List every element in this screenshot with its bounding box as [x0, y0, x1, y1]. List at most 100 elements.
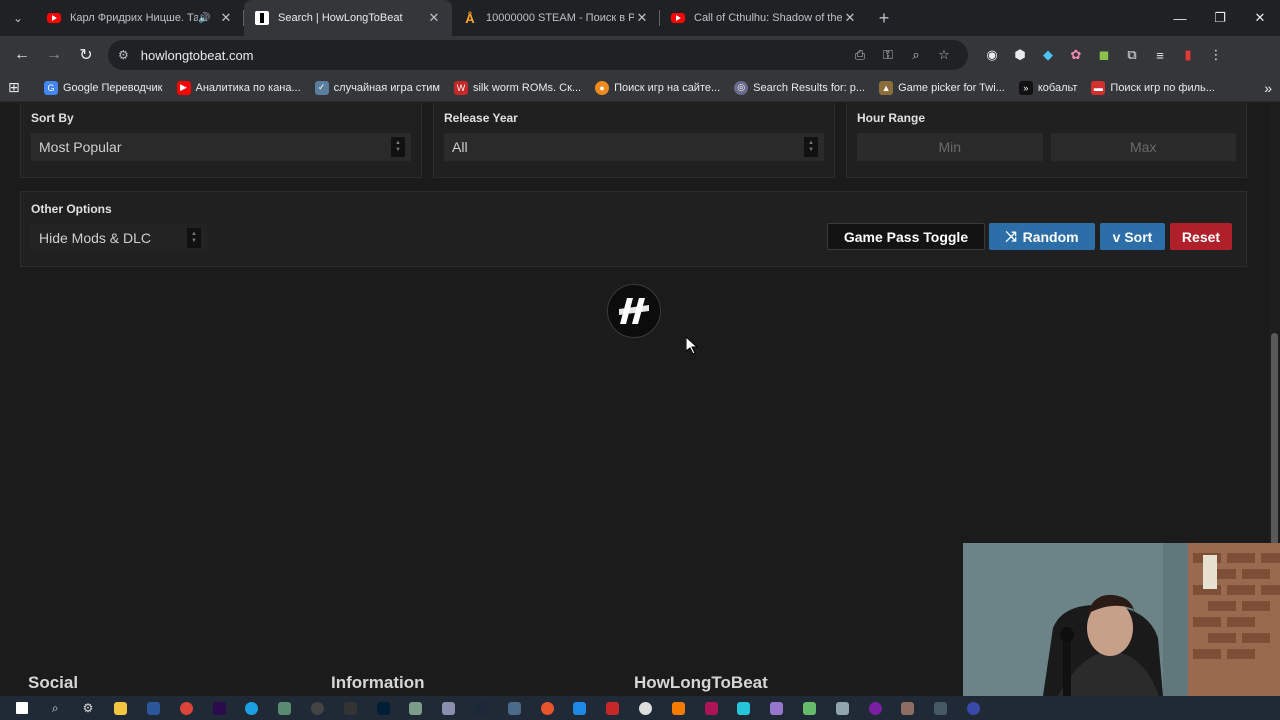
bookmark-item[interactable]: G Google Переводчик [44, 80, 163, 95]
reload-button[interactable]: ↻ [70, 39, 102, 71]
hour-range-panel: Hour Range Min Max [846, 103, 1247, 178]
hour-max-input[interactable]: Max [1050, 133, 1236, 161]
photoshop-icon[interactable] [367, 696, 400, 720]
select-arrows-icon: ▲ ▼ [187, 228, 201, 248]
word-icon[interactable] [137, 696, 170, 720]
app-icon[interactable] [268, 696, 301, 720]
browser-toolbar: ← → ↻ ⚙ howlongtobeat.com ⎙ ⚿ ⌕ ☆ ◉ ⬢ ◆ … [0, 36, 1280, 74]
bookmark-item[interactable]: ▬ Поиск игр по филь... [1091, 80, 1215, 95]
settings-gear-icon[interactable]: ⚙ [72, 696, 105, 720]
media-controls-icon[interactable]: ≡ [1146, 41, 1174, 69]
sort-direction-button[interactable]: v Sort [1100, 223, 1165, 250]
release-year-select[interactable]: All ▲ ▼ [444, 133, 824, 161]
close-window-button[interactable]: ✕ [1240, 0, 1280, 36]
file-explorer-icon[interactable] [104, 696, 137, 720]
obs-icon[interactable] [301, 696, 334, 720]
install-app-icon[interactable]: ⎙ [846, 47, 874, 63]
bookmark-item[interactable]: Wsilk worm ROMs. Ск... [453, 80, 581, 95]
close-tab-icon[interactable]: ✕ [218, 10, 234, 26]
restore-button[interactable]: ❐ [1200, 0, 1240, 36]
extension-nl-icon[interactable]: ◼ [1090, 41, 1118, 69]
app-icon[interactable] [596, 696, 629, 720]
app-icon[interactable] [760, 696, 793, 720]
extension-cookie-icon[interactable]: ✿ [1062, 41, 1090, 69]
app-icon[interactable] [826, 696, 859, 720]
app-icon[interactable] [629, 696, 662, 720]
audio-playing-icon[interactable]: 🔊 [198, 13, 212, 24]
apps-grid-icon[interactable]: ⊞ [8, 79, 30, 96]
site-info-icon[interactable]: ⚙ [118, 48, 129, 62]
app-icon[interactable] [432, 696, 465, 720]
loading-spinner [607, 284, 661, 338]
minimize-button[interactable]: — [1160, 0, 1200, 36]
bookmark-label: Поиск игр по филь... [1110, 81, 1215, 94]
extension-shield-icon[interactable]: ⬢ [1006, 41, 1034, 69]
other-options-select[interactable]: Hide Mods & DLC ▲ ▼ [31, 224, 207, 252]
webcam-overlay [963, 543, 1280, 696]
extension-glasses-icon[interactable]: ◉ [978, 41, 1006, 69]
app-icon[interactable] [662, 696, 695, 720]
sort-by-panel: Sort By Most Popular ▲ ▼ [20, 103, 422, 178]
bookmark-label: Game picker for Twi... [898, 81, 1005, 94]
extensions-puzzle-icon[interactable]: ⧉ [1118, 41, 1146, 69]
close-tab-icon[interactable]: ✕ [842, 10, 858, 26]
bookmark-label: Поиск игр на сайте... [614, 81, 721, 94]
reset-button[interactable]: Reset [1170, 223, 1232, 250]
close-tab-icon[interactable]: ✕ [634, 10, 650, 26]
bookmark-label: Аналитика по кана... [195, 81, 301, 94]
password-key-icon[interactable]: ⚿ [874, 47, 902, 63]
more-bookmarks-icon[interactable]: » [1264, 80, 1272, 96]
hour-min-input[interactable]: Min [857, 133, 1043, 161]
calculator-icon[interactable] [498, 696, 531, 720]
windows-start-icon[interactable] [6, 696, 39, 720]
shuffle-icon: ⤨ [1005, 228, 1017, 244]
app-icon[interactable] [531, 696, 564, 720]
premiere-icon[interactable] [203, 696, 236, 720]
profile-icon[interactable]: ▮ [1174, 41, 1202, 69]
app-icon[interactable] [892, 696, 925, 720]
bookmark-star-icon[interactable]: ☆ [930, 47, 958, 63]
tab-howlongtobeat[interactable]: Search | HowLongToBeat ✕ [244, 0, 452, 36]
random-label: Random [1022, 228, 1079, 245]
epic-games-icon[interactable] [334, 696, 367, 720]
bookmark-item[interactable]: ▶ Аналитика по кана... [176, 80, 301, 95]
app-icon[interactable] [793, 696, 826, 720]
edge-icon[interactable] [236, 696, 269, 720]
tab-cthulhu[interactable]: Call of Cthulhu: Shadow of the ✕ [660, 0, 868, 36]
bookmark-label: Google Переводчик [63, 81, 163, 94]
browser-menu-icon[interactable]: ⋮ [1202, 41, 1230, 69]
app-icon[interactable] [400, 696, 433, 720]
app-icon[interactable] [859, 696, 892, 720]
url-text[interactable]: howlongtobeat.com [141, 48, 846, 63]
tab-search-menu-button[interactable]: ⌄ [0, 0, 36, 36]
release-year-label: Release Year [444, 111, 518, 125]
close-tab-icon[interactable]: ✕ [426, 10, 442, 26]
random-button[interactable]: ⤨ Random [989, 223, 1095, 250]
bookmark-item[interactable]: ◎ Search Results for: p... [734, 80, 865, 95]
footer-information-heading: Information [331, 673, 425, 692]
app-icon[interactable] [924, 696, 957, 720]
tab-plati[interactable]: Å 10000000 STEAM - Поиск в Pla ✕ [452, 0, 660, 36]
sort-by-select[interactable]: Most Popular ▲ ▼ [31, 133, 411, 161]
extension-vpn-icon[interactable]: ◆ [1034, 41, 1062, 69]
address-bar[interactable]: ⚙ howlongtobeat.com ⎙ ⚿ ⌕ ☆ [108, 40, 968, 70]
app-icon[interactable] [957, 696, 990, 720]
search-icon[interactable]: ⌕ [39, 696, 72, 720]
bookmark-item[interactable]: » кобальт [1018, 80, 1077, 95]
back-button[interactable]: ← [6, 39, 38, 71]
chrome-icon[interactable] [170, 696, 203, 720]
steam-icon[interactable] [465, 696, 498, 720]
zoom-icon[interactable]: ⌕ [902, 47, 930, 63]
tab-title: Call of Cthulhu: Shadow of the [694, 12, 842, 24]
bookmark-item[interactable]: ● Поиск игр на сайте... [595, 80, 721, 95]
app-icon[interactable] [564, 696, 597, 720]
app-icon[interactable] [728, 696, 761, 720]
game-pass-toggle-button[interactable]: Game Pass Toggle [827, 223, 985, 250]
tab-nietzsche[interactable]: Карл Фридрих Ницше. Так 🔊 ✕ [36, 0, 244, 36]
forward-button[interactable]: → [38, 39, 70, 71]
bookmark-item[interactable]: ✓ случайная игра стим [314, 80, 440, 95]
release-year-panel: Release Year All ▲ ▼ [433, 103, 835, 178]
app-icon[interactable] [695, 696, 728, 720]
new-tab-button[interactable]: + [868, 0, 900, 36]
bookmark-item[interactable]: ▲ Game picker for Twi... [879, 80, 1005, 95]
